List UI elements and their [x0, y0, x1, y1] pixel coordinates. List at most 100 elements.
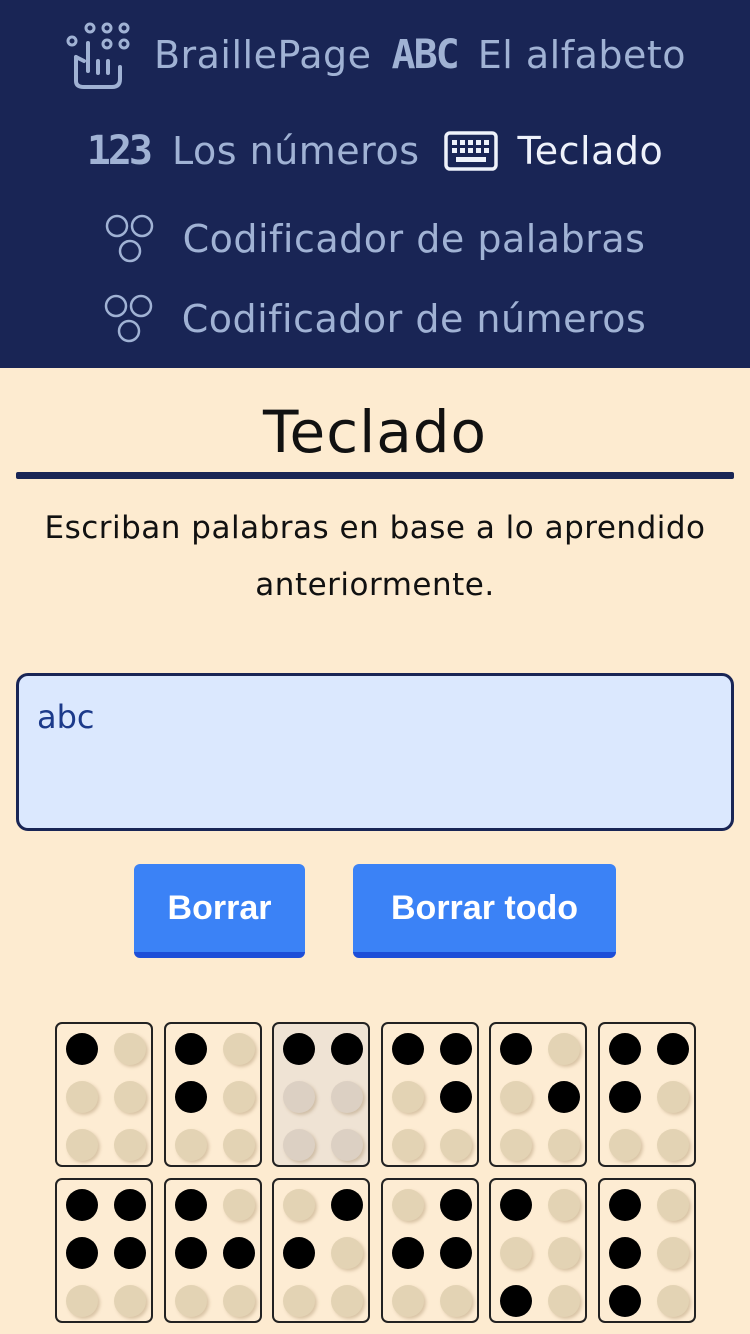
braille-dot	[548, 1129, 580, 1161]
brand-label: BraillePage	[153, 33, 372, 77]
delete-button[interactable]: Borrar	[134, 864, 305, 958]
braille-dot	[609, 1285, 641, 1317]
braille-dot	[283, 1189, 315, 1221]
brand-link[interactable]: BraillePage	[64, 21, 372, 89]
braille-dot	[283, 1081, 315, 1113]
braille-dot	[283, 1129, 315, 1161]
page-title: Teclado	[262, 398, 488, 466]
braille-dot	[657, 1129, 689, 1161]
braille-key-k[interactable]	[489, 1178, 587, 1323]
braille-dot	[175, 1237, 207, 1269]
nav-row: 123 Los números Teclado	[0, 120, 750, 182]
delete-all-button[interactable]: Borrar todo	[353, 864, 616, 958]
braille-dot	[548, 1033, 580, 1065]
numbers-icon: 123	[86, 128, 153, 174]
braille-dot	[114, 1189, 146, 1221]
braille-dot	[175, 1033, 207, 1065]
braille-dot	[114, 1237, 146, 1269]
braille-dot	[548, 1285, 580, 1317]
braille-dot	[609, 1237, 641, 1269]
braille-dot	[500, 1081, 532, 1113]
nav-link-keyboard[interactable]: Teclado	[443, 129, 664, 173]
braille-dot	[548, 1189, 580, 1221]
braille-key-a[interactable]	[55, 1022, 153, 1167]
nav-link-numbers[interactable]: 123 Los números	[87, 128, 420, 174]
braille-key-c[interactable]	[272, 1022, 370, 1167]
braille-dot	[500, 1129, 532, 1161]
braille-cells-icon	[104, 294, 156, 344]
braille-dot	[331, 1285, 363, 1317]
braille-dot	[223, 1129, 255, 1161]
braille-dot	[223, 1285, 255, 1317]
braille-dot	[66, 1237, 98, 1269]
braille-key-e[interactable]	[489, 1022, 587, 1167]
braille-key-l[interactable]	[598, 1178, 696, 1323]
page-description: Escriban palabras en base a lo aprendido…	[44, 510, 706, 603]
braille-dot	[657, 1285, 689, 1317]
braille-dot	[223, 1081, 255, 1113]
braille-key-g[interactable]	[55, 1178, 153, 1323]
braille-dot	[114, 1081, 146, 1113]
keyboard-icon	[443, 131, 498, 171]
braille-dot	[440, 1129, 472, 1161]
braille-dot	[223, 1237, 255, 1269]
braille-dot	[223, 1033, 255, 1065]
braille-dot	[657, 1237, 689, 1269]
nav-link-word-encoder[interactable]: Codificador de palabras	[105, 214, 646, 264]
braille-dot	[548, 1081, 580, 1113]
braille-dot	[114, 1285, 146, 1317]
braille-dot	[392, 1237, 424, 1269]
nav-link-numbers-label: Los números	[171, 129, 420, 173]
braille-dot	[392, 1189, 424, 1221]
nav-link-keyboard-label: Teclado	[517, 129, 664, 173]
braille-dot	[331, 1033, 363, 1065]
braille-dot	[114, 1129, 146, 1161]
nav-link-alphabet-label: El alfabeto	[477, 33, 687, 77]
braille-dot	[66, 1189, 98, 1221]
braille-dot	[175, 1129, 207, 1161]
braille-key-f[interactable]	[598, 1022, 696, 1167]
braille-dot	[500, 1033, 532, 1065]
braille-dot	[500, 1237, 532, 1269]
braille-dot	[66, 1033, 98, 1065]
braille-dot	[440, 1033, 472, 1065]
braille-dot	[609, 1081, 641, 1113]
braille-dot	[500, 1189, 532, 1221]
braille-dot	[440, 1285, 472, 1317]
braille-dot	[331, 1189, 363, 1221]
braille-dot	[392, 1033, 424, 1065]
braille-dot	[66, 1129, 98, 1161]
typed-text-field[interactable]: abc	[16, 673, 734, 831]
braille-dot	[66, 1285, 98, 1317]
braille-key-d[interactable]	[381, 1022, 479, 1167]
braille-dot	[283, 1237, 315, 1269]
braille-dot	[657, 1189, 689, 1221]
nav-row: Codificador de palabras	[0, 212, 750, 266]
braille-dot	[114, 1033, 146, 1065]
top-navigation: BraillePage ABC El alfabeto 123 Los núme…	[0, 0, 750, 368]
braille-dot	[609, 1189, 641, 1221]
braille-key-b[interactable]	[164, 1022, 262, 1167]
braille-dot	[548, 1237, 580, 1269]
braille-dot	[66, 1081, 98, 1113]
nav-link-number-encoder-label: Codificador de números	[181, 297, 647, 341]
braille-key-i[interactable]	[272, 1178, 370, 1323]
braille-dot	[283, 1033, 315, 1065]
braille-key-h[interactable]	[164, 1178, 262, 1323]
braille-dot	[657, 1033, 689, 1065]
nav-link-number-encoder[interactable]: Codificador de números	[104, 294, 647, 344]
braille-dot	[657, 1081, 689, 1113]
braille-dot	[609, 1033, 641, 1065]
braille-dot	[500, 1285, 532, 1317]
braille-dot	[283, 1285, 315, 1317]
braille-hand-icon	[64, 21, 134, 89]
nav-row: BraillePage ABC El alfabeto	[0, 21, 750, 89]
braille-dot	[440, 1189, 472, 1221]
braille-dot	[223, 1189, 255, 1221]
braille-dot	[175, 1081, 207, 1113]
braille-dot	[331, 1081, 363, 1113]
braille-dot	[175, 1189, 207, 1221]
braille-dot	[392, 1285, 424, 1317]
braille-key-j[interactable]	[381, 1178, 479, 1323]
nav-link-alphabet[interactable]: ABC El alfabeto	[391, 32, 686, 78]
